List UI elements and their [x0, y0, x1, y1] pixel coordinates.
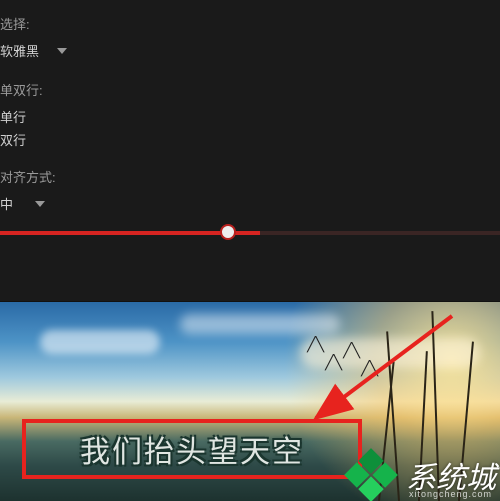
- line-mode-group: 单行 双行: [0, 107, 500, 149]
- font-select-value: 软雅黑: [0, 41, 39, 60]
- align-select-value: 中: [0, 194, 13, 213]
- font-select[interactable]: 软雅黑: [0, 41, 500, 60]
- lyric-text: 我们抬头望天空: [80, 427, 304, 471]
- radio-option-label: 单行: [0, 107, 26, 126]
- line-mode-double[interactable]: 双行: [0, 130, 500, 149]
- radio-option-label: 双行: [0, 130, 26, 149]
- watermark-url: xitongcheng.com: [409, 489, 492, 499]
- lyric-callout: 我们抬头望天空: [22, 419, 362, 479]
- logo-icon: [344, 448, 398, 501]
- timeline-slider[interactable]: [0, 227, 500, 237]
- align-label: 对齐方式:: [0, 167, 500, 186]
- chevron-down-icon: [57, 48, 67, 54]
- lyric-preview: ╱╲╱╲ ╱╲╱╲ yigeyi.baldu.com 我们抬头望天空 系统城 x…: [0, 301, 500, 501]
- chevron-down-icon: [35, 201, 45, 207]
- timeline-handle[interactable]: [220, 224, 236, 240]
- line-mode-single[interactable]: 单行: [0, 107, 500, 126]
- timeline-remaining: [260, 231, 500, 235]
- line-mode-label: 单双行:: [0, 80, 500, 99]
- font-select-label: 选择:: [0, 14, 500, 33]
- align-select[interactable]: 中: [0, 194, 500, 213]
